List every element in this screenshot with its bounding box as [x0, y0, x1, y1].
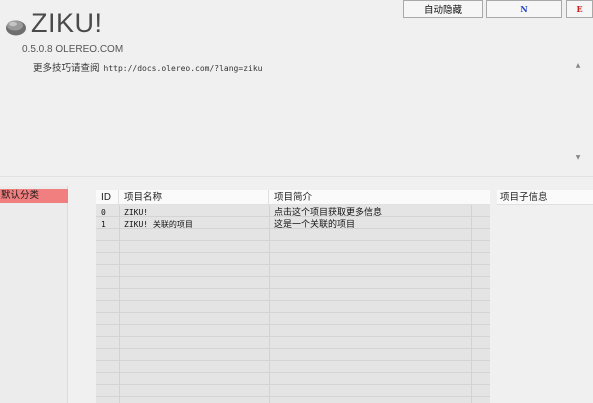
table-body: 0 ZIKU! 点击这个项目获取更多信息 1 ZIKU! 关联的项目 这是一个关… [96, 205, 490, 403]
category-panel: 默认分类 [0, 186, 68, 403]
language-n-button[interactable]: N [486, 0, 562, 18]
auto-hide-button[interactable]: 自动隐藏 [403, 0, 483, 18]
info-scrollbar[interactable]: ▲ ▼ [572, 61, 584, 163]
project-table: ID 项目名称 项目简介 0 ZIKU! 点击这个项目获取更多信息 1 ZIKU… [96, 190, 490, 403]
help-link[interactable]: http://docs.olereo.com/?lang=ziku [104, 64, 263, 73]
table-header: ID 项目名称 项目简介 [96, 190, 490, 205]
column-header-name[interactable]: 项目名称 [119, 190, 269, 205]
header-divider [0, 176, 593, 177]
scroll-up-arrow-icon[interactable]: ▲ [572, 61, 584, 71]
table-row[interactable]: 1 ZIKU! 关联的项目 这是一个关联的项目 [96, 219, 490, 231]
category-item-default[interactable]: 默认分类 [0, 189, 68, 203]
table-row[interactable]: 0 ZIKU! 点击这个项目获取更多信息 [96, 207, 490, 219]
info-header: ZIKU! 0.5.0.8 OLEREO.COM 更多技巧请查阅 http://d… [0, 0, 593, 168]
column-divider [471, 205, 472, 403]
sub-info-header: 项目子信息 [497, 190, 593, 205]
help-line: 更多技巧请查阅 http://docs.olereo.com/?lang=ziku [33, 60, 262, 74]
cell-description: 点击这个项目获取更多信息 [274, 208, 383, 218]
version-label: 0.5.0.8 OLEREO.COM [22, 44, 124, 55]
app-title: ZIKU! [31, 8, 103, 38]
stone-logo-icon [6, 20, 26, 36]
language-e-button[interactable]: E [566, 0, 593, 18]
cell-id: 0 [101, 208, 106, 217]
column-divider [269, 205, 270, 403]
cell-name: ZIKU! 关联的项目 [124, 220, 193, 229]
cell-description: 这是一个关联的项目 [274, 220, 356, 230]
cell-id: 1 [101, 220, 106, 229]
column-divider [119, 205, 120, 403]
help-text: 更多技巧请查阅 [33, 63, 100, 74]
column-header-description[interactable]: 项目简介 [269, 190, 471, 205]
sub-info-panel [497, 205, 593, 403]
cell-name: ZIKU! [124, 208, 149, 217]
scroll-down-arrow-icon[interactable]: ▼ [572, 153, 584, 163]
column-header-id[interactable]: ID [96, 190, 119, 205]
